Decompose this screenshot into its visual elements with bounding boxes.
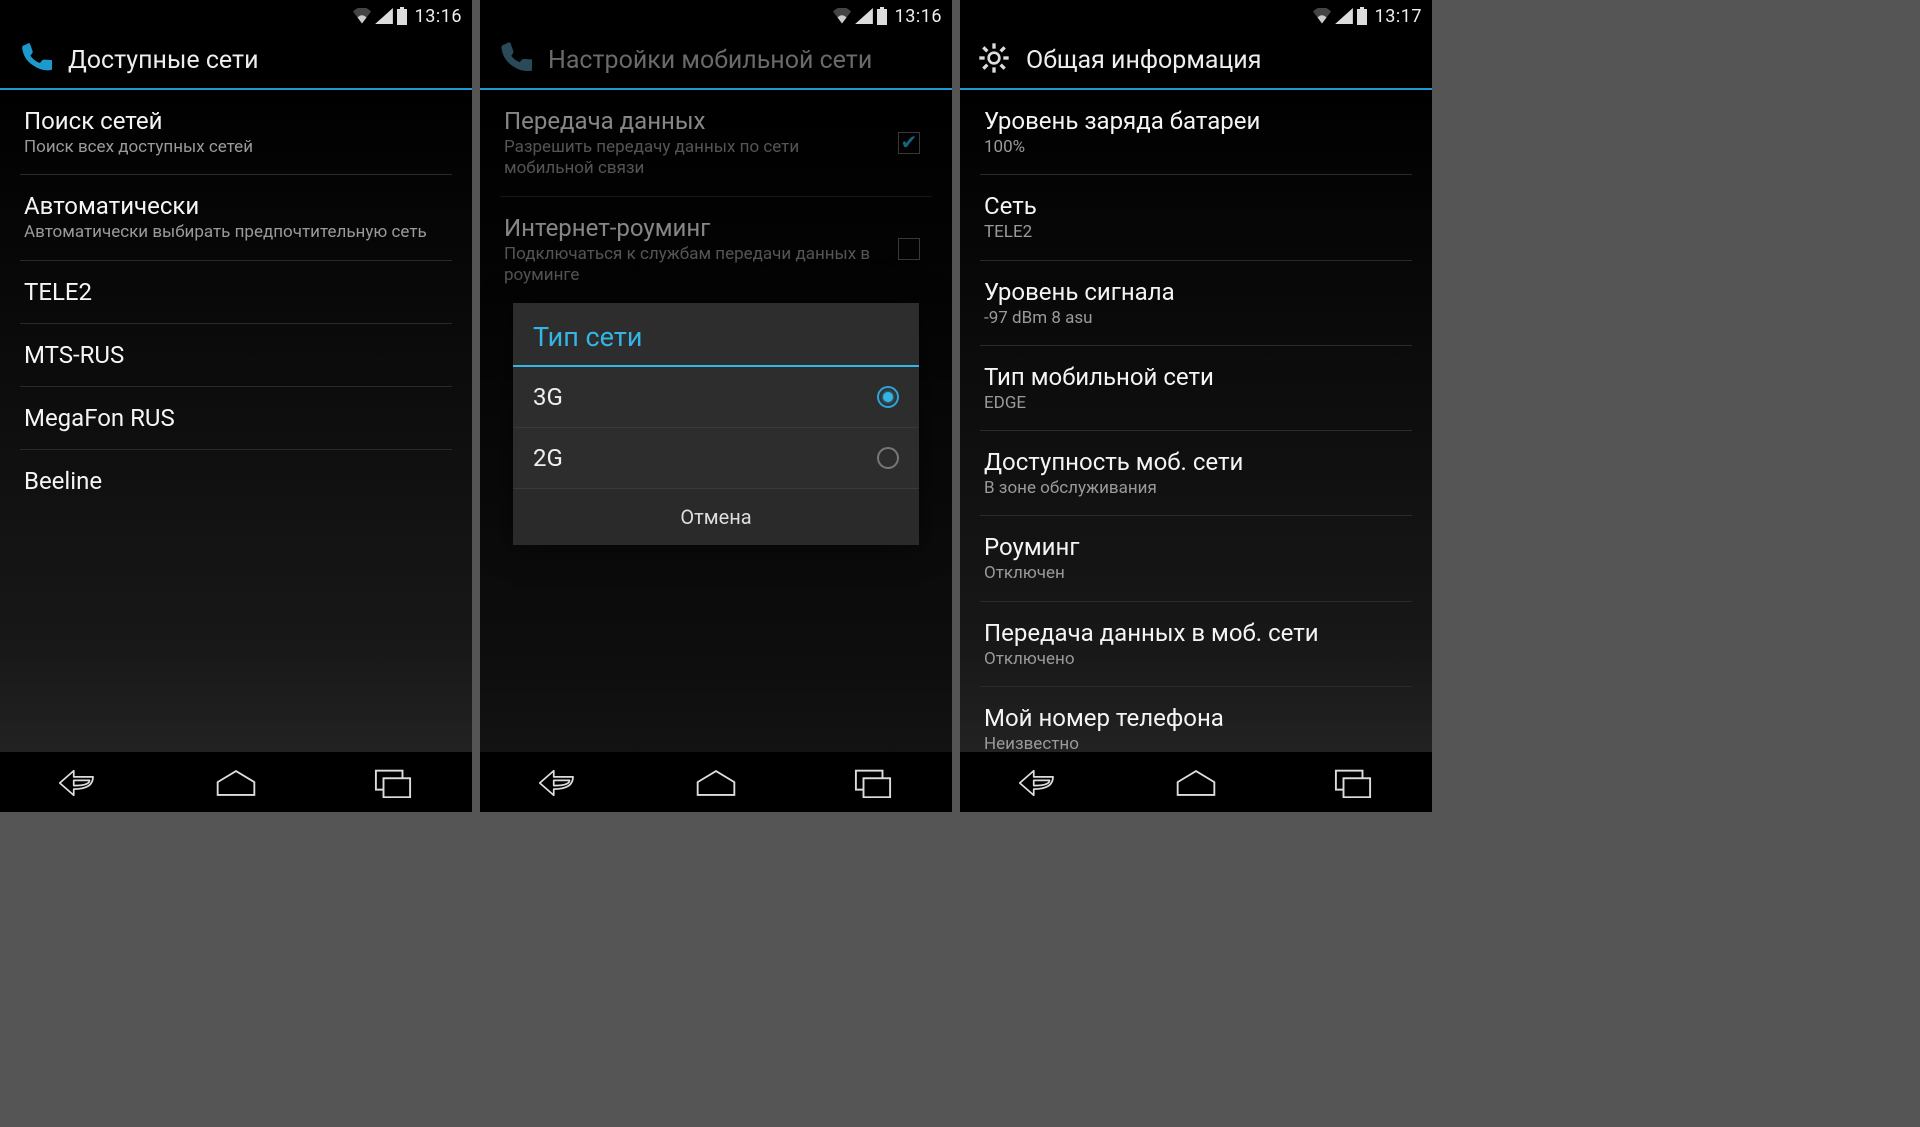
list-item-phone-number[interactable]: Мой номер телефона Неизвестно bbox=[980, 687, 1412, 752]
phone-screen-mobile-network-settings: 13:16 Настройки мобильной сети Передача … bbox=[480, 0, 952, 812]
recent-button[interactable] bbox=[833, 763, 913, 803]
item-subtitle: 100% bbox=[984, 137, 1404, 158]
list-item-network[interactable]: Сеть TELE2 bbox=[980, 175, 1412, 260]
list-item-battery[interactable]: Уровень заряда батареи 100% bbox=[980, 90, 1412, 175]
status-bar: 13:16 bbox=[480, 0, 952, 32]
item-subtitle: EDGE bbox=[984, 393, 1404, 414]
page-title: Настройки мобильной сети bbox=[548, 46, 872, 75]
item-title: Передача данных bbox=[504, 106, 884, 136]
item-subtitle: Разрешить передачу данных по сети мобиль… bbox=[504, 137, 884, 180]
content-list[interactable]: Поиск сетей Поиск всех доступных сетей А… bbox=[0, 90, 472, 752]
list-item-search[interactable]: Поиск сетей Поиск всех доступных сетей bbox=[20, 90, 452, 175]
status-bar: 13:17 bbox=[960, 0, 1432, 32]
list-item-nettype[interactable]: Тип мобильной сети EDGE bbox=[980, 346, 1412, 431]
back-button[interactable] bbox=[519, 763, 599, 803]
item-subtitle: Неизвестно bbox=[984, 734, 1404, 752]
signal-icon bbox=[1335, 8, 1353, 24]
clock-text: 13:17 bbox=[1375, 6, 1422, 27]
title-bar: Общая информация bbox=[960, 32, 1432, 90]
content-list: Передача данных Разрешить передачу данны… bbox=[480, 90, 952, 752]
nav-bar bbox=[0, 752, 472, 812]
item-subtitle: Отключено bbox=[984, 649, 1404, 670]
list-item-data[interactable]: Передача данных Разрешить передачу данны… bbox=[500, 90, 932, 197]
item-subtitle: Отключен bbox=[984, 563, 1404, 584]
item-title: TELE2 bbox=[24, 277, 444, 307]
item-title: Автоматически bbox=[24, 191, 444, 221]
recent-button[interactable] bbox=[1313, 763, 1393, 803]
item-subtitle: Поиск всех доступных сетей bbox=[24, 137, 444, 158]
signal-icon bbox=[855, 8, 873, 24]
home-button[interactable] bbox=[196, 763, 276, 803]
list-item-roaming[interactable]: Интернет-роуминг Подключаться к службам … bbox=[500, 197, 932, 303]
list-item-data[interactable]: Передача данных в моб. сети Отключено bbox=[980, 602, 1412, 687]
item-title: Уровень сигнала bbox=[984, 277, 1404, 307]
item-subtitle: В зоне обслуживания bbox=[984, 478, 1404, 499]
item-title: Мой номер телефона bbox=[984, 703, 1404, 733]
item-subtitle: Подключаться к службам передачи данных в… bbox=[504, 244, 884, 287]
item-title: Уровень заряда батареи bbox=[984, 106, 1404, 136]
list-item-signal[interactable]: Уровень сигнала -97 dBm 8 asu bbox=[980, 261, 1412, 346]
content-list[interactable]: Уровень заряда батареи 100% Сеть TELE2 У… bbox=[960, 90, 1432, 752]
nav-bar bbox=[480, 752, 952, 812]
nav-bar bbox=[960, 752, 1432, 812]
list-item-mts[interactable]: MTS-RUS bbox=[20, 324, 452, 387]
item-subtitle: TELE2 bbox=[984, 222, 1404, 243]
gear-icon bbox=[978, 42, 1010, 78]
clock-text: 13:16 bbox=[415, 6, 462, 27]
item-subtitle: Автоматически выбирать предпочтительную … bbox=[24, 222, 444, 243]
recent-button[interactable] bbox=[353, 763, 433, 803]
back-button[interactable] bbox=[39, 763, 119, 803]
phone-screen-available-networks: 13:16 Доступные сети Поиск сетей Поиск в… bbox=[0, 0, 472, 812]
item-title: Beeline bbox=[24, 466, 444, 496]
checkbox[interactable] bbox=[894, 234, 924, 264]
home-button[interactable] bbox=[1156, 763, 1236, 803]
item-subtitle: -97 dBm 8 asu bbox=[984, 308, 1404, 329]
status-bar: 13:16 bbox=[0, 0, 472, 32]
title-bar: Доступные сети bbox=[0, 32, 472, 90]
list-item-tele2[interactable]: TELE2 bbox=[20, 261, 452, 324]
phone-icon bbox=[498, 41, 532, 79]
item-title: Доступность моб. сети bbox=[984, 447, 1404, 477]
checkbox[interactable] bbox=[894, 128, 924, 158]
page-title: Доступные сети bbox=[68, 46, 259, 75]
list-item-availability[interactable]: Доступность моб. сети В зоне обслуживани… bbox=[980, 431, 1412, 516]
list-item-megafon[interactable]: MegaFon RUS bbox=[20, 387, 452, 450]
clock-text: 13:16 bbox=[895, 6, 942, 27]
phone-icon bbox=[18, 41, 52, 79]
item-title: Тип мобильной сети bbox=[984, 362, 1404, 392]
item-title: Интернет-роуминг bbox=[504, 213, 884, 243]
battery-icon bbox=[1357, 7, 1367, 25]
home-button[interactable] bbox=[676, 763, 756, 803]
item-title: Роуминг bbox=[984, 532, 1404, 562]
item-title: Сеть bbox=[984, 191, 1404, 221]
list-item-beeline[interactable]: Beeline bbox=[20, 450, 452, 512]
battery-icon bbox=[877, 7, 887, 25]
wifi-icon bbox=[833, 8, 851, 24]
wifi-icon bbox=[353, 8, 371, 24]
battery-icon bbox=[397, 7, 407, 25]
list-item-roaming[interactable]: Роуминг Отключен bbox=[980, 516, 1412, 601]
phone-screen-general-info: 13:17 Общая информация Уровень заряда ба… bbox=[960, 0, 1432, 812]
wifi-icon bbox=[1313, 8, 1331, 24]
signal-icon bbox=[375, 8, 393, 24]
item-title: Поиск сетей bbox=[24, 106, 444, 136]
item-title: MegaFon RUS bbox=[24, 403, 444, 433]
page-title: Общая информация bbox=[1026, 46, 1261, 75]
item-title: Передача данных в моб. сети bbox=[984, 618, 1404, 648]
item-title: MTS-RUS bbox=[24, 340, 444, 370]
back-button[interactable] bbox=[999, 763, 1079, 803]
list-item-auto[interactable]: Автоматически Автоматически выбирать пре… bbox=[20, 175, 452, 260]
title-bar: Настройки мобильной сети bbox=[480, 32, 952, 90]
